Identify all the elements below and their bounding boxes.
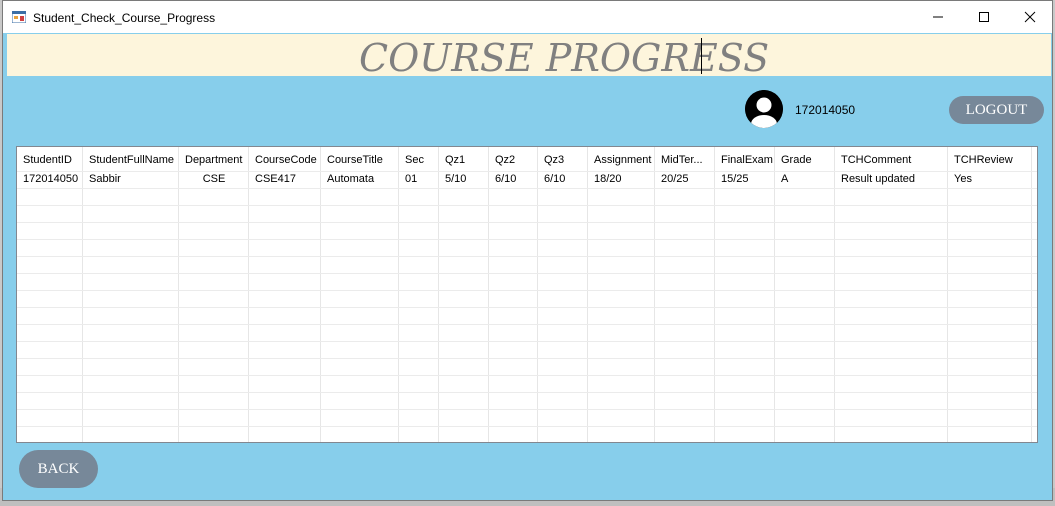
table-cell[interactable]: 01 <box>399 171 439 188</box>
minimize-button[interactable] <box>915 1 961 33</box>
column-header[interactable]: Department <box>179 149 249 171</box>
window-title: Student_Check_Course_Progress <box>33 11 216 25</box>
column-header[interactable]: Assignment <box>588 149 655 171</box>
column-header[interactable]: Qz2 <box>489 149 538 171</box>
close-icon <box>1024 11 1036 23</box>
column-header[interactable]: Grade <box>775 149 835 171</box>
text-caret <box>701 38 702 74</box>
table-cell[interactable]: Result updated <box>835 171 948 188</box>
column-header[interactable]: CourseTitle <box>321 149 399 171</box>
column-header[interactable]: StudentID <box>17 149 83 171</box>
column-header[interactable]: TCHComment <box>835 149 948 171</box>
user-avatar-icon <box>745 90 783 128</box>
maximize-button[interactable] <box>961 1 1007 33</box>
title-bar: Student_Check_Course_Progress <box>3 1 1052 33</box>
course-progress-grid[interactable]: StudentID StudentFullName Department Course… <box>16 146 1038 443</box>
table-cell[interactable]: CSE417 <box>249 171 321 188</box>
page-title: COURSE PROGRESS <box>359 36 770 80</box>
table-cell[interactable]: 6/10 <box>489 171 538 188</box>
user-id-label: 172014050 <box>795 103 856 117</box>
table-cell[interactable]: CSE <box>179 171 249 188</box>
back-button[interactable]: BACK <box>19 450 98 488</box>
table-cell[interactable]: 18/20 <box>588 171 655 188</box>
column-header[interactable]: CourseCode <box>249 149 321 171</box>
column-header[interactable]: TCHReview <box>948 149 1032 171</box>
user-silhouette-icon <box>745 90 783 128</box>
app-window: Student_Check_Course_Progress COURSE PRO… <box>2 0 1053 501</box>
grid-header-row: StudentID StudentFullName Department Course… <box>17 149 1037 171</box>
maximize-icon <box>979 12 989 22</box>
table-cell[interactable]: 15/25 <box>715 171 775 188</box>
column-header[interactable]: Qz3 <box>538 149 588 171</box>
table-cell[interactable]: Yes <box>948 171 1032 188</box>
close-button[interactable] <box>1007 1 1053 33</box>
table-row[interactable]: 172014050 Sabbir CSE CSE417 Automata 01 5/10 6/… <box>17 171 1037 193</box>
app-form-icon <box>12 11 26 23</box>
column-header[interactable]: Sec <box>399 149 439 171</box>
table-cell[interactable]: Automata <box>321 171 399 188</box>
column-header[interactable]: FinalExam <box>715 149 775 171</box>
minimize-icon <box>933 16 943 18</box>
column-header[interactable]: StudentFullName <box>83 149 179 171</box>
table-cell[interactable]: Sabbir <box>83 171 179 188</box>
table-cell[interactable]: 5/10 <box>439 171 489 188</box>
column-header[interactable]: MidTer... <box>655 149 715 171</box>
column-header[interactable]: Qz1 <box>439 149 489 171</box>
table-cell[interactable]: 20/25 <box>655 171 715 188</box>
table-cell[interactable]: 172014050 <box>17 171 83 188</box>
logout-button[interactable]: LOGOUT <box>949 96 1044 124</box>
table-cell[interactable]: 6/10 <box>538 171 588 188</box>
page-header[interactable]: COURSE PROGRESS <box>7 34 1051 80</box>
table-cell[interactable]: A <box>775 171 835 188</box>
